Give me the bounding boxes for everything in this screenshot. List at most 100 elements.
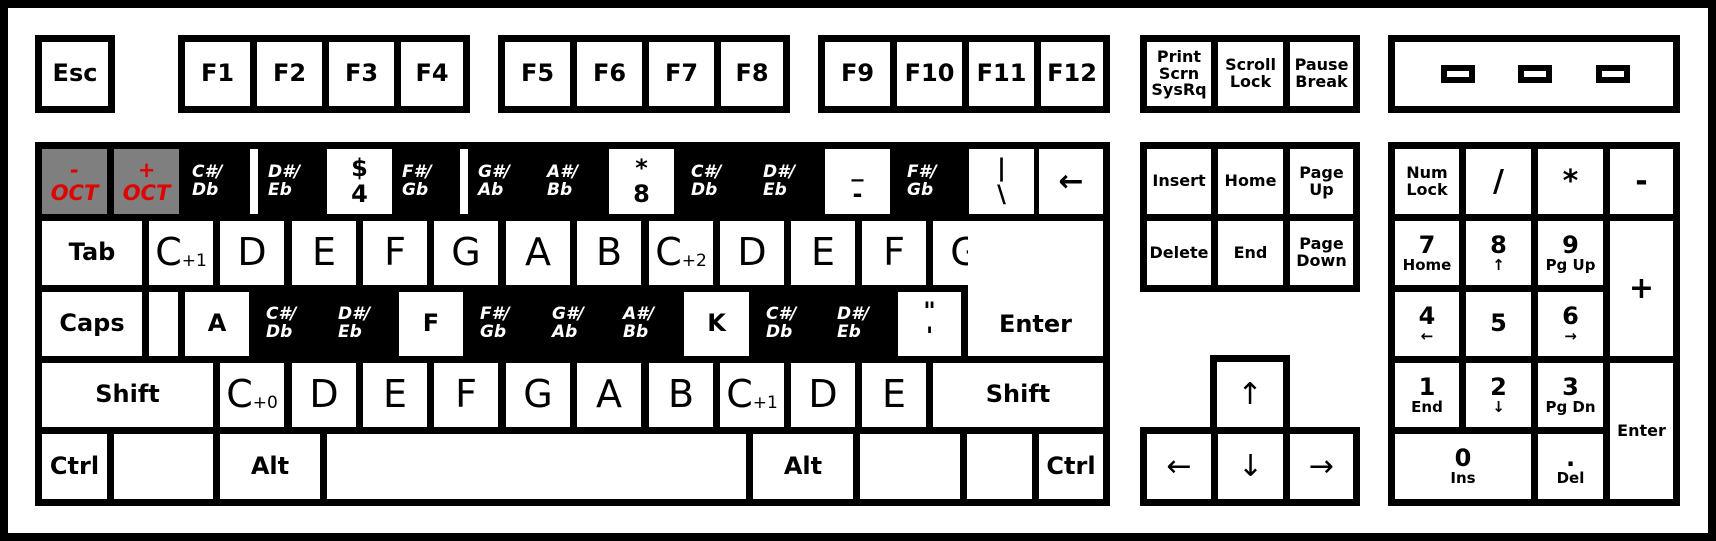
arrow-up-key[interactable]: ↑ (1217, 362, 1283, 427)
numpad-4-key[interactable]: 4 ← (1395, 292, 1459, 356)
f3-key[interactable]: F3 (329, 42, 394, 106)
f11-key[interactable]: F11 (969, 42, 1034, 106)
tab-row-note-key-10[interactable]: F (862, 221, 926, 285)
numpad-plus-key[interactable]: + (1610, 221, 1673, 356)
numpad-multiply-key[interactable]: * (1538, 149, 1603, 214)
f8-key[interactable]: F8 (721, 42, 783, 106)
enter-key[interactable]: Enter (968, 221, 1103, 356)
tab-row-note-key-0[interactable]: C +1 (149, 221, 213, 285)
tab-row-note-key-3[interactable]: F (363, 221, 427, 285)
page-up-key[interactable]: Page Up (1290, 149, 1353, 214)
shift-row-note-key-0[interactable]: C +0 (220, 363, 284, 427)
number-row-key-13[interactable]: _ - (825, 149, 890, 214)
numpad-minus-key[interactable]: - (1610, 149, 1673, 214)
shift-row-note-key-9[interactable]: E (862, 363, 926, 427)
num-lock-key[interactable]: Num Lock (1395, 149, 1459, 214)
caps-row-key-8[interactable]: K (684, 292, 749, 356)
number-row-key-15[interactable]: | \ (969, 149, 1034, 214)
number-row-key-14[interactable]: F#/Gb (897, 149, 962, 214)
insert-key[interactable]: Insert (1147, 149, 1211, 214)
print-screen-key[interactable]: Print Scrn SysRq (1147, 42, 1211, 106)
number-row-key-9[interactable]: A#/Bb (537, 149, 602, 214)
f4-key[interactable]: F4 (401, 42, 463, 106)
numpad-divide-key[interactable]: / (1466, 149, 1531, 214)
caps-row-key-10[interactable]: D#/Eb (827, 292, 891, 356)
caps-row-key-0[interactable] (149, 292, 178, 356)
caps-lock-key[interactable]: Caps (42, 292, 142, 356)
arrow-left-key[interactable]: ← (1147, 434, 1211, 499)
shift-row-note-key-3[interactable]: F (434, 363, 498, 427)
number-row-key-6[interactable]: F#/Gb (392, 149, 460, 214)
number-row-key-8[interactable]: G#/Ab (468, 149, 537, 214)
f10-key[interactable]: F10 (897, 42, 962, 106)
tab-row-note-key-7[interactable]: C +2 (649, 221, 713, 285)
left-win-key[interactable] (114, 434, 213, 499)
f6-key[interactable]: F6 (577, 42, 642, 106)
number-row-key-16[interactable]: ← (1039, 149, 1103, 214)
page-down-key[interactable]: Page Down (1290, 221, 1353, 285)
caps-row-key-1[interactable]: A (185, 292, 249, 356)
right-shift-key[interactable]: Shift (933, 363, 1103, 427)
caps-row-key-2[interactable]: C#/Db (256, 292, 321, 356)
space-bar[interactable] (327, 434, 746, 499)
right-alt-key[interactable]: Alt (753, 434, 853, 499)
delete-key[interactable]: Delete (1147, 221, 1211, 285)
numpad-6-key[interactable]: 6 → (1538, 292, 1603, 356)
number-row-key-0[interactable]: - OCT (42, 149, 107, 214)
tab-row-note-key-4[interactable]: G (434, 221, 498, 285)
shift-row-note-key-7[interactable]: C +1 (720, 363, 784, 427)
shift-row-note-key-4[interactable]: G (506, 363, 570, 427)
number-row-key-2[interactable]: C#/Db (182, 149, 250, 214)
caps-row-key-11[interactable]: " ' (898, 292, 961, 356)
left-shift-key[interactable]: Shift (42, 363, 213, 427)
f2-key[interactable]: F2 (257, 42, 322, 106)
tab-key[interactable]: Tab (42, 221, 142, 285)
number-row-key-10[interactable]: * 8 (609, 149, 674, 214)
numpad-5-key[interactable]: 5 (1466, 292, 1531, 356)
numpad-3-key[interactable]: 3 Pg Dn (1538, 363, 1603, 427)
f9-key[interactable]: F9 (825, 42, 890, 106)
arrow-down-key[interactable]: ↓ (1218, 434, 1283, 499)
number-row-key-11[interactable]: C#/Db (681, 149, 746, 214)
numpad-7-key[interactable]: 7 Home (1395, 221, 1459, 285)
caps-row-key-7[interactable]: A#/Bb (613, 292, 677, 356)
left-alt-key[interactable]: Alt (220, 434, 320, 499)
f1-key[interactable]: F1 (185, 42, 250, 106)
numpad-decimal-key[interactable]: . Del (1538, 434, 1603, 499)
caps-row-key-5[interactable]: F#/Gb (470, 292, 535, 356)
end-key[interactable]: End (1218, 221, 1283, 285)
tab-row-note-key-8[interactable]: D (720, 221, 784, 285)
shift-row-note-key-8[interactable]: D (791, 363, 855, 427)
numpad-enter-key[interactable]: Enter (1610, 363, 1673, 499)
numpad-0-key[interactable]: 0 Ins (1395, 434, 1531, 499)
shift-row-note-key-5[interactable]: A (577, 363, 641, 427)
number-row-key-3[interactable] (250, 149, 258, 214)
right-ctrl-key[interactable]: Ctrl (1039, 434, 1103, 499)
menu-key[interactable] (967, 434, 1032, 499)
arrow-right-key[interactable]: → (1290, 434, 1353, 499)
tab-row-note-key-6[interactable]: B (577, 221, 641, 285)
right-win-key[interactable] (860, 434, 960, 499)
numpad-8-key[interactable]: 8 ↑ (1466, 221, 1531, 285)
number-row-key-12[interactable]: D#/Eb (753, 149, 818, 214)
pause-break-key[interactable]: Pause Break (1290, 42, 1353, 106)
numpad-1-key[interactable]: 1 End (1395, 363, 1459, 427)
tab-row-note-key-9[interactable]: E (791, 221, 855, 285)
tab-row-note-key-1[interactable]: D (220, 221, 284, 285)
shift-row-note-key-1[interactable]: D (292, 363, 356, 427)
shift-row-note-key-6[interactable]: B (649, 363, 713, 427)
f5-key[interactable]: F5 (505, 42, 570, 106)
caps-row-key-6[interactable]: G#/Ab (542, 292, 606, 356)
number-row-key-5[interactable]: $4 (327, 149, 392, 214)
home-key[interactable]: Home (1218, 149, 1283, 214)
tab-row-note-key-2[interactable]: E (292, 221, 356, 285)
left-ctrl-key[interactable]: Ctrl (42, 434, 107, 499)
caps-row-key-3[interactable]: D#/Eb (328, 292, 392, 356)
esc-key[interactable]: Esc (42, 42, 108, 106)
caps-row-key-4[interactable]: F (399, 292, 463, 356)
number-row-key-1[interactable]: + OCT (114, 149, 179, 214)
number-row-key-7[interactable] (460, 149, 468, 214)
numpad-9-key[interactable]: 9 Pg Up (1538, 221, 1603, 285)
number-row-key-4[interactable]: D#/Eb (258, 149, 327, 214)
tab-row-note-key-5[interactable]: A (506, 221, 570, 285)
